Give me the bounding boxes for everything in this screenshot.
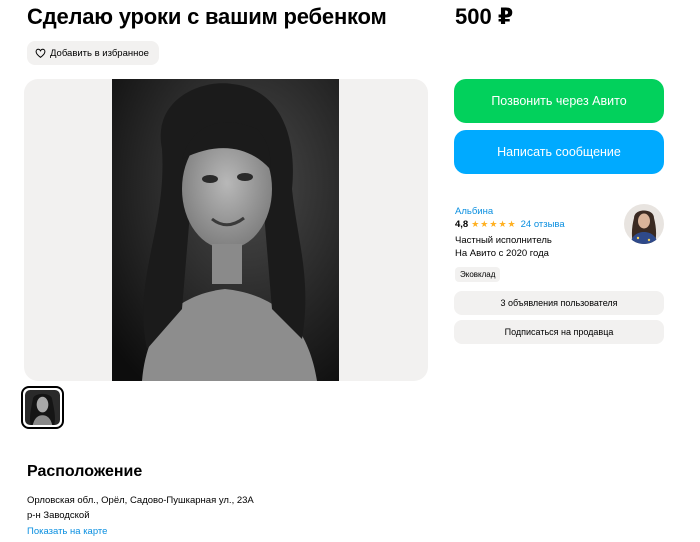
photo-thumbnail[interactable] [21,386,64,429]
seller-since: На Авито с 2020 года [455,248,549,259]
write-message-button[interactable]: Написать сообщение [454,130,664,174]
seller-listings-button[interactable]: 3 объявления пользователя [454,291,664,315]
seller-name-link[interactable]: Альбина [455,206,493,217]
listing-price: 500 ₽ [455,4,514,29]
rating-value: 4,8 [455,219,469,230]
seller-rating: 4,8 ★ ★ ★ ★ ★ 24 отзыва [455,219,565,230]
star-icon: ★ [480,219,489,229]
star-icon: ★ [471,219,480,229]
seller-avatar[interactable] [624,204,664,244]
add-to-favorites-label: Добавить в избранное [50,47,149,59]
show-on-map-link[interactable]: Показать на карте [27,526,107,537]
call-via-avito-button[interactable]: Позвонить через Авито [454,79,664,123]
reviews-link[interactable]: 24 отзыва [521,219,565,230]
main-photo[interactable] [112,79,339,381]
location-address: Орловская обл., Орёл, Садово-Пушкарная у… [27,495,254,506]
star-icon: ★ [498,219,507,229]
listing-title: Сделаю уроки с вашим ребенком [27,4,387,29]
seller-type: Частный исполнитель [455,235,552,246]
star-icon: ★ [507,219,516,229]
photo-gallery[interactable] [24,79,428,381]
star-icon: ★ [489,219,498,229]
subscribe-to-seller-button[interactable]: Подписаться на продавца [454,320,664,344]
seller-badge: Эковклад [455,267,501,282]
rating-stars: ★ ★ ★ ★ ★ [471,220,515,229]
heart-icon [35,48,46,59]
add-to-favorites-button[interactable]: Добавить в избранное [27,41,159,65]
location-heading: Расположение [27,463,143,480]
location-district: р-н Заводской [27,510,90,521]
